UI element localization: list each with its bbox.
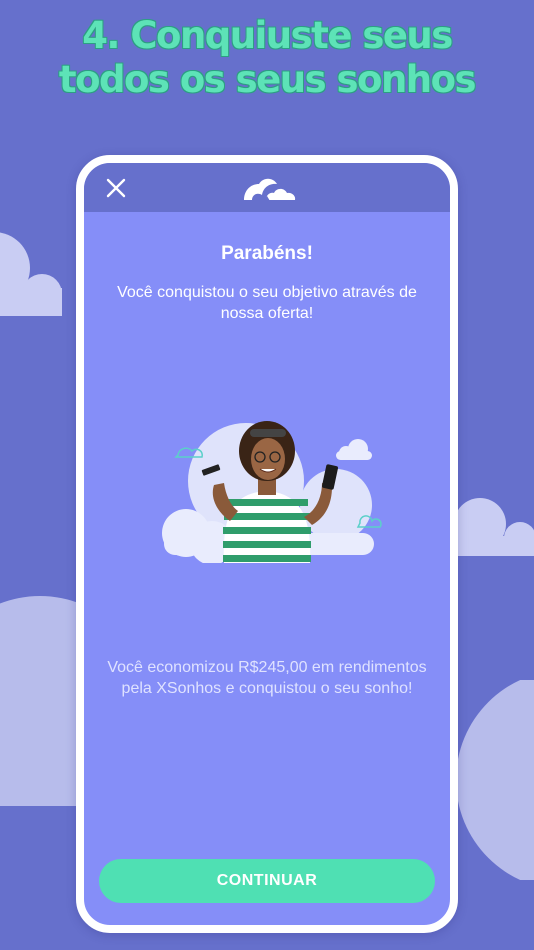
close-icon[interactable] (104, 176, 128, 200)
background-cloud-left (0, 232, 62, 316)
continue-button[interactable]: CONTINUAR (99, 859, 435, 903)
background-cloud-right (456, 498, 534, 556)
promo-headline: 4. Conquiuste seus todos os seus sonhos (0, 14, 534, 102)
cloud-logo-icon (244, 178, 296, 201)
headline-line-1: 4. Conquiuste seus (82, 14, 453, 57)
congrats-title: Parabéns! (221, 243, 313, 264)
headline-line-2: todos os seus sonhos (58, 58, 477, 101)
congrats-subtitle: Você conquistou o seu objetivo através d… (117, 284, 417, 322)
woman-illustration (162, 421, 382, 563)
background-cloud-bottom-right (456, 680, 534, 880)
savings-message: Você economizou R$245,00 em rendimentos … (107, 659, 427, 697)
phone-frame: Parabéns! Você conquistou o seu objetivo… (76, 155, 458, 933)
app-header (84, 163, 450, 212)
